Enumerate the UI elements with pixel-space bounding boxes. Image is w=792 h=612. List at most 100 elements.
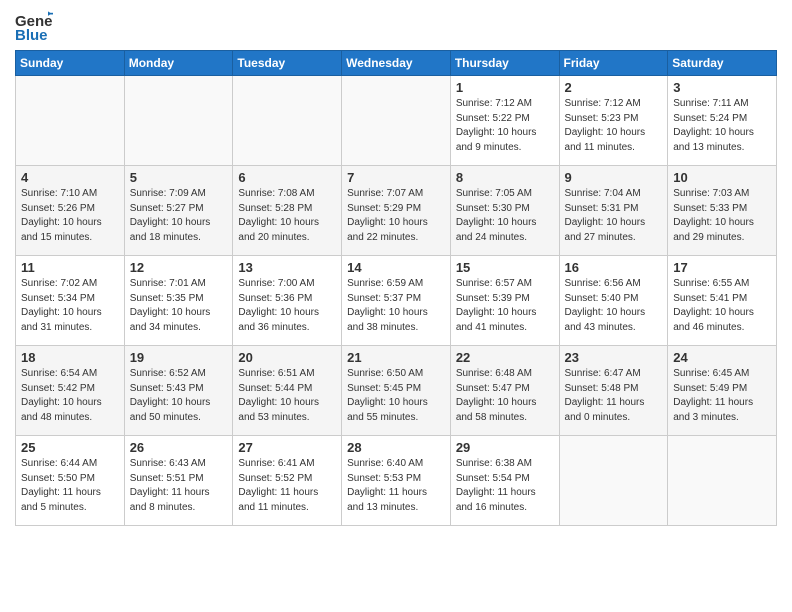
day-cell: 8 Sunrise: 7:05 AM Sunset: 5:30 PM Daylig… [450, 166, 559, 256]
day-cell: 9 Sunrise: 7:04 AM Sunset: 5:31 PM Daylig… [559, 166, 668, 256]
day-cell: 13 Sunrise: 7:00 AM Sunset: 5:36 PM Dayli… [233, 256, 342, 346]
day-info: Sunrise: 6:45 AM Sunset: 5:49 PM Dayligh… [673, 367, 771, 425]
day-number: 29 [456, 440, 554, 455]
day-info: Sunrise: 6:52 AM Sunset: 5:43 PM Dayligh… [130, 367, 228, 425]
day-info: Sunrise: 7:11 AM Sunset: 5:24 PM Dayligh… [673, 97, 771, 155]
day-cell: 27Sunrise: 6:41 AM Sunset: 5:52 PM Dayli… [233, 436, 342, 526]
day-cell: 15 Sunrise: 6:57 AM Sunset: 5:39 PM Dayli… [450, 256, 559, 346]
day-number: 24 [673, 350, 771, 365]
column-header-monday: Monday [124, 51, 233, 76]
day-cell: 19Sunrise: 6:52 AM Sunset: 5:43 PM Dayli… [124, 346, 233, 436]
day-number: 26 [130, 440, 228, 455]
day-cell: 7 Sunrise: 7:07 AM Sunset: 5:29 PM Daylig… [342, 166, 451, 256]
day-info: Sunrise: 6:55 AM Sunset: 5:41 PM Dayligh… [673, 277, 771, 335]
day-cell: 17 Sunrise: 6:55 AM Sunset: 5:41 PM Dayli… [668, 256, 777, 346]
day-cell: 11 Sunrise: 7:02 AM Sunset: 5:34 PM Dayli… [16, 256, 125, 346]
day-number: 9 [565, 170, 663, 185]
day-info: Sunrise: 6:43 AM Sunset: 5:51 PM Dayligh… [130, 457, 228, 515]
day-cell: 10 Sunrise: 7:03 AM Sunset: 5:33 PM Dayli… [668, 166, 777, 256]
day-number: 14 [347, 260, 445, 275]
day-cell: 20 Sunrise: 6:51 AM Sunset: 5:44 PM Dayli… [233, 346, 342, 436]
day-info: Sunrise: 6:44 AM Sunset: 5:50 PM Dayligh… [21, 457, 119, 515]
day-info: Sunrise: 6:54 AM Sunset: 5:42 PM Dayligh… [21, 367, 119, 425]
day-cell: 2 Sunrise: 7:12 AM Sunset: 5:23 PM Daylig… [559, 76, 668, 166]
day-cell [16, 76, 125, 166]
day-number: 2 [565, 80, 663, 95]
day-info: Sunrise: 7:07 AM Sunset: 5:29 PM Dayligh… [347, 187, 445, 245]
day-info: Sunrise: 6:51 AM Sunset: 5:44 PM Dayligh… [238, 367, 336, 425]
column-header-sunday: Sunday [16, 51, 125, 76]
day-cell [559, 436, 668, 526]
day-number: 25 [21, 440, 119, 455]
day-info: Sunrise: 7:03 AM Sunset: 5:33 PM Dayligh… [673, 187, 771, 245]
day-info: Sunrise: 7:04 AM Sunset: 5:31 PM Dayligh… [565, 187, 663, 245]
day-number: 13 [238, 260, 336, 275]
day-number: 18 [21, 350, 119, 365]
day-cell: 6 Sunrise: 7:08 AM Sunset: 5:28 PM Daylig… [233, 166, 342, 256]
svg-text:Blue: Blue [15, 27, 48, 42]
day-number: 16 [565, 260, 663, 275]
day-cell: 21Sunrise: 6:50 AM Sunset: 5:45 PM Dayli… [342, 346, 451, 436]
day-info: Sunrise: 6:40 AM Sunset: 5:53 PM Dayligh… [347, 457, 445, 515]
day-number: 12 [130, 260, 228, 275]
logo-icon: General Blue [15, 10, 53, 42]
day-number: 10 [673, 170, 771, 185]
day-number: 22 [456, 350, 554, 365]
column-header-wednesday: Wednesday [342, 51, 451, 76]
day-cell: 26 Sunrise: 6:43 AM Sunset: 5:51 PM Dayli… [124, 436, 233, 526]
day-cell: 23 Sunrise: 6:47 AM Sunset: 5:48 PM Dayli… [559, 346, 668, 436]
day-info: Sunrise: 7:00 AM Sunset: 5:36 PM Dayligh… [238, 277, 336, 335]
day-number: 7 [347, 170, 445, 185]
day-info: Sunrise: 7:09 AM Sunset: 5:27 PM Dayligh… [130, 187, 228, 245]
day-cell: 3 Sunrise: 7:11 AM Sunset: 5:24 PM Daylig… [668, 76, 777, 166]
day-info: Sunrise: 7:05 AM Sunset: 5:30 PM Dayligh… [456, 187, 554, 245]
day-info: Sunrise: 6:59 AM Sunset: 5:37 PM Dayligh… [347, 277, 445, 335]
day-cell [668, 436, 777, 526]
week-row-2: 4 Sunrise: 7:10 AM Sunset: 5:26 PM Daylig… [16, 166, 777, 256]
day-number: 15 [456, 260, 554, 275]
day-cell: 5 Sunrise: 7:09 AM Sunset: 5:27 PM Daylig… [124, 166, 233, 256]
day-cell [124, 76, 233, 166]
day-number: 8 [456, 170, 554, 185]
day-info: Sunrise: 6:56 AM Sunset: 5:40 PM Dayligh… [565, 277, 663, 335]
day-cell: 12Sunrise: 7:01 AM Sunset: 5:35 PM Dayli… [124, 256, 233, 346]
day-number: 23 [565, 350, 663, 365]
day-cell [233, 76, 342, 166]
day-number: 17 [673, 260, 771, 275]
page-header: General Blue [15, 10, 777, 42]
day-cell: 1Sunrise: 7:12 AM Sunset: 5:22 PM Daylig… [450, 76, 559, 166]
day-number: 20 [238, 350, 336, 365]
calendar-table: SundayMondayTuesdayWednesdayThursdayFrid… [15, 50, 777, 526]
day-info: Sunrise: 7:02 AM Sunset: 5:34 PM Dayligh… [21, 277, 119, 335]
day-cell: 18 Sunrise: 6:54 AM Sunset: 5:42 PM Dayli… [16, 346, 125, 436]
column-header-tuesday: Tuesday [233, 51, 342, 76]
day-cell: 28Sunrise: 6:40 AM Sunset: 5:53 PM Dayli… [342, 436, 451, 526]
column-header-saturday: Saturday [668, 51, 777, 76]
week-row-5: 25 Sunrise: 6:44 AM Sunset: 5:50 PM Dayli… [16, 436, 777, 526]
day-number: 5 [130, 170, 228, 185]
column-header-thursday: Thursday [450, 51, 559, 76]
day-info: Sunrise: 7:10 AM Sunset: 5:26 PM Dayligh… [21, 187, 119, 245]
day-cell [342, 76, 451, 166]
day-info: Sunrise: 6:48 AM Sunset: 5:47 PM Dayligh… [456, 367, 554, 425]
day-cell: 14 Sunrise: 6:59 AM Sunset: 5:37 PM Dayli… [342, 256, 451, 346]
logo: General Blue [15, 10, 53, 42]
day-number: 21 [347, 350, 445, 365]
day-number: 4 [21, 170, 119, 185]
day-number: 3 [673, 80, 771, 95]
day-info: Sunrise: 7:12 AM Sunset: 5:22 PM Dayligh… [456, 97, 554, 155]
week-row-1: 1Sunrise: 7:12 AM Sunset: 5:22 PM Daylig… [16, 76, 777, 166]
day-info: Sunrise: 6:41 AM Sunset: 5:52 PM Dayligh… [238, 457, 336, 515]
day-cell: 22 Sunrise: 6:48 AM Sunset: 5:47 PM Dayli… [450, 346, 559, 436]
day-number: 11 [21, 260, 119, 275]
column-header-friday: Friday [559, 51, 668, 76]
day-cell: 4 Sunrise: 7:10 AM Sunset: 5:26 PM Daylig… [16, 166, 125, 256]
day-info: Sunrise: 6:38 AM Sunset: 5:54 PM Dayligh… [456, 457, 554, 515]
day-info: Sunrise: 7:08 AM Sunset: 5:28 PM Dayligh… [238, 187, 336, 245]
day-info: Sunrise: 7:12 AM Sunset: 5:23 PM Dayligh… [565, 97, 663, 155]
day-info: Sunrise: 6:57 AM Sunset: 5:39 PM Dayligh… [456, 277, 554, 335]
day-number: 6 [238, 170, 336, 185]
day-cell: 29 Sunrise: 6:38 AM Sunset: 5:54 PM Dayli… [450, 436, 559, 526]
week-row-3: 11 Sunrise: 7:02 AM Sunset: 5:34 PM Dayli… [16, 256, 777, 346]
day-info: Sunrise: 6:47 AM Sunset: 5:48 PM Dayligh… [565, 367, 663, 425]
